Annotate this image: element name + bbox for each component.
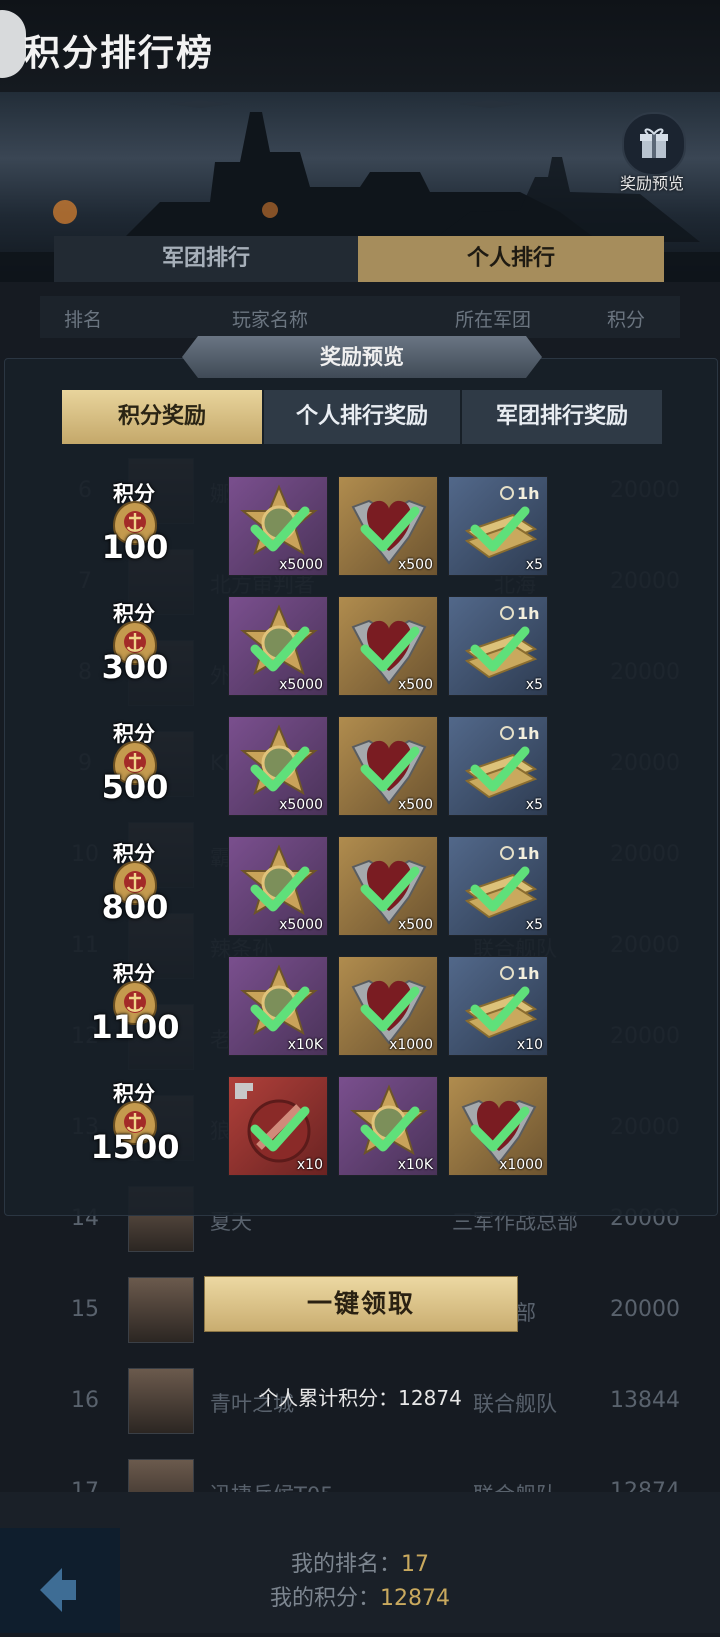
reward-tier: 积分 100 x5000 x500 1h x5 bbox=[60, 476, 660, 594]
tier-points: 100 bbox=[101, 528, 169, 566]
reward-item[interactable]: x5000 bbox=[228, 716, 328, 816]
my-score: 我的积分：12874 bbox=[180, 1580, 540, 1612]
tier-points: 1500 bbox=[90, 1128, 180, 1166]
svg-text:1h: 1h bbox=[517, 844, 540, 863]
reward-tier: 积分 500 x5000 x500 1h x5 bbox=[60, 716, 660, 834]
tier-points: 800 bbox=[101, 888, 169, 926]
item-quantity: x500 bbox=[397, 797, 433, 813]
item-quantity: x5 bbox=[525, 677, 543, 693]
tab-legion-ranking[interactable]: 军团排行 bbox=[54, 236, 358, 282]
reward-preview-button[interactable]: 奖励预览 bbox=[614, 112, 690, 193]
reward-item[interactable]: 1h x5 bbox=[448, 476, 548, 576]
reward-item[interactable]: x1000 bbox=[448, 1076, 548, 1176]
reward-item[interactable]: x5000 bbox=[228, 476, 328, 576]
tier-points: 300 bbox=[101, 648, 169, 686]
reward-item[interactable]: x10K bbox=[338, 1076, 438, 1176]
reward-item[interactable]: x5000 bbox=[228, 836, 328, 936]
ranking-table-header: 排名 玩家名称 所在军团 积分 bbox=[40, 296, 680, 338]
tab-personal-rank-reward[interactable]: 个人排行奖励 bbox=[264, 390, 460, 444]
item-quantity: x5 bbox=[525, 917, 543, 933]
item-quantity: x10 bbox=[296, 1157, 323, 1173]
my-score-value: 12874 bbox=[380, 1586, 450, 1611]
avatar bbox=[128, 1277, 194, 1343]
avatar bbox=[128, 1368, 194, 1434]
item-quantity: x500 bbox=[397, 557, 433, 573]
my-score-label: 我的积分： bbox=[269, 1586, 380, 1611]
item-quantity: x5000 bbox=[279, 797, 323, 813]
my-rank-label: 我的排名： bbox=[290, 1552, 401, 1577]
reward-item[interactable]: x500 bbox=[338, 716, 438, 816]
claim-all-button[interactable]: 一键领取 bbox=[204, 1276, 518, 1332]
col-score: 积分 bbox=[607, 309, 646, 331]
reward-tier: 积分 1500 x10 x10K x1000 bbox=[60, 1076, 660, 1194]
row-score: 20000 bbox=[610, 1297, 680, 1322]
back-button[interactable] bbox=[0, 1528, 120, 1633]
reward-item[interactable]: x500 bbox=[338, 596, 438, 696]
item-quantity: x5 bbox=[525, 797, 543, 813]
row-score: 13844 bbox=[610, 1388, 680, 1413]
item-quantity: x5000 bbox=[279, 677, 323, 693]
my-rank-value: 17 bbox=[401, 1552, 429, 1577]
reward-item[interactable]: x1000 bbox=[338, 956, 438, 1056]
row-rank: 16 bbox=[71, 1388, 99, 1413]
reward-item[interactable]: 1h x5 bbox=[448, 596, 548, 696]
item-quantity: x1000 bbox=[499, 1157, 543, 1173]
row-rank: 15 bbox=[71, 1297, 99, 1322]
item-quantity: x5000 bbox=[279, 917, 323, 933]
reward-item[interactable]: 1h x5 bbox=[448, 716, 548, 816]
arrow-left-icon bbox=[40, 1568, 76, 1612]
item-quantity: x500 bbox=[397, 677, 433, 693]
svg-text:1h: 1h bbox=[517, 604, 540, 623]
reward-item[interactable]: x500 bbox=[338, 476, 438, 576]
gift-icon bbox=[622, 112, 686, 176]
col-legion: 所在军团 bbox=[455, 309, 532, 331]
svg-text:1h: 1h bbox=[517, 964, 540, 983]
item-quantity: x10K bbox=[287, 1037, 323, 1053]
item-quantity: x10 bbox=[516, 1037, 543, 1053]
tab-personal-ranking[interactable]: 个人排行 bbox=[358, 236, 664, 282]
my-rank: 我的排名：17 bbox=[180, 1546, 540, 1578]
item-quantity: x10K bbox=[397, 1157, 433, 1173]
reward-item[interactable]: x10K bbox=[228, 956, 328, 1056]
item-quantity: x5000 bbox=[279, 557, 323, 573]
tier-points: 500 bbox=[101, 768, 169, 806]
dialog-title: 奖励预览 bbox=[320, 345, 404, 369]
reward-tier: 积分 1100 x10K x1000 1h x10 bbox=[60, 956, 660, 1074]
total-score-text: 个人累计积分：12874 bbox=[258, 1386, 462, 1410]
item-quantity: x5 bbox=[525, 557, 543, 573]
reward-item[interactable]: 1h x5 bbox=[448, 836, 548, 936]
item-quantity: x1000 bbox=[389, 1037, 433, 1053]
tab-points-reward[interactable]: 积分奖励 bbox=[62, 390, 262, 444]
item-quantity: x500 bbox=[397, 917, 433, 933]
reward-tier: 积分 800 x5000 x500 1h x5 bbox=[60, 836, 660, 954]
reward-item[interactable]: x500 bbox=[338, 836, 438, 936]
reward-item[interactable]: 1h x10 bbox=[448, 956, 548, 1056]
col-player-name: 玩家名称 bbox=[232, 309, 309, 331]
reward-tier: 积分 300 x5000 x500 1h x5 bbox=[60, 596, 660, 714]
col-rank: 排名 bbox=[64, 309, 103, 331]
tab-legion-rank-reward[interactable]: 军团排行奖励 bbox=[462, 390, 662, 444]
reward-item[interactable]: x10 bbox=[228, 1076, 328, 1176]
page-title: 积分排行榜 bbox=[24, 33, 215, 74]
svg-text:1h: 1h bbox=[517, 484, 540, 503]
reward-item[interactable]: x5000 bbox=[228, 596, 328, 696]
svg-text:1h: 1h bbox=[517, 724, 540, 743]
tier-points: 1100 bbox=[90, 1008, 180, 1046]
reward-preview-label: 奖励预览 bbox=[619, 174, 684, 193]
